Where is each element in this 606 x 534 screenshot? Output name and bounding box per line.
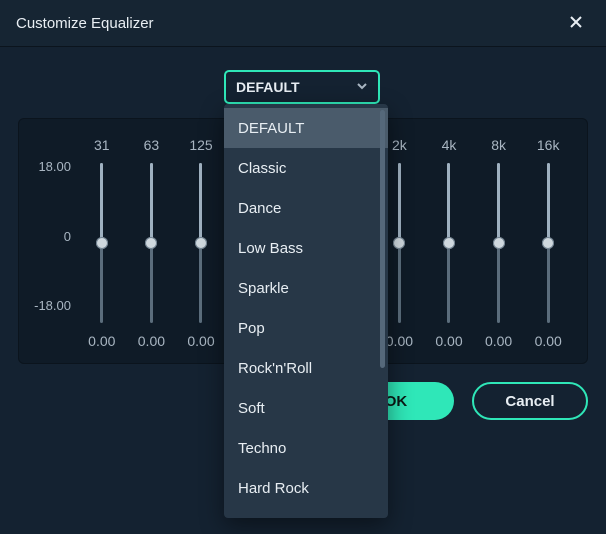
preset-option[interactable]: Techno — [224, 428, 388, 468]
eq-band-4k: 4k 0.00 — [424, 137, 474, 349]
band-slider[interactable] — [387, 163, 411, 323]
band-hz-label: 16k — [537, 137, 560, 157]
preset-option[interactable]: Rock'n'Roll — [224, 348, 388, 388]
band-slider[interactable] — [437, 163, 461, 323]
window-title: Customize Equalizer — [16, 15, 154, 32]
band-slider[interactable] — [139, 163, 163, 323]
band-slider[interactable] — [90, 163, 114, 323]
preset-option[interactable]: Classic — [224, 148, 388, 188]
band-slider[interactable] — [536, 163, 560, 323]
preset-option[interactable]: Pop — [224, 308, 388, 348]
slider-thumb[interactable] — [195, 237, 207, 249]
chevron-down-icon — [356, 79, 368, 95]
band-slider[interactable] — [487, 163, 511, 323]
band-value: 0.00 — [88, 333, 115, 349]
band-value: 0.00 — [386, 333, 413, 349]
band-slider[interactable] — [189, 163, 213, 323]
band-hz-label: 63 — [144, 137, 160, 157]
band-hz-label: 125 — [189, 137, 212, 157]
preset-selected-label: DEFAULT — [236, 79, 300, 95]
preset-select[interactable]: DEFAULT — [224, 70, 380, 104]
band-value: 0.00 — [435, 333, 462, 349]
band-hz-label: 31 — [94, 137, 110, 157]
slider-thumb[interactable] — [493, 237, 505, 249]
band-value: 0.00 — [187, 333, 214, 349]
preset-dropdown[interactable]: DEFAULTClassicDanceLow BassSparklePopRoc… — [224, 104, 388, 518]
slider-thumb[interactable] — [542, 237, 554, 249]
preset-option[interactable]: DEFAULT — [224, 108, 388, 148]
y-axis-min: -18.00 — [34, 298, 71, 313]
y-axis-max: 18.00 — [38, 159, 71, 174]
eq-band-125: 125 0.00 — [176, 137, 226, 349]
preset-option[interactable]: Soft — [224, 388, 388, 428]
slider-thumb[interactable] — [393, 237, 405, 249]
close-button[interactable] — [562, 9, 590, 37]
preset-option[interactable]: Hard Rock — [224, 468, 388, 508]
band-hz-label: 8k — [491, 137, 506, 157]
close-icon — [568, 14, 584, 33]
preset-option[interactable]: Low Bass — [224, 228, 388, 268]
band-value: 0.00 — [485, 333, 512, 349]
eq-band-63: 630.00 — [127, 137, 177, 349]
dropdown-scrollbar[interactable] — [380, 110, 385, 368]
y-axis-labels: 18.00 0 -18.00 — [33, 137, 77, 343]
preset-option[interactable]: Sparkle — [224, 268, 388, 308]
eq-band-8k: 8k 0.00 — [474, 137, 524, 349]
eq-band-16k: 16k 0.00 — [523, 137, 573, 349]
cancel-button[interactable]: Cancel — [472, 382, 588, 420]
band-value: 0.00 — [138, 333, 165, 349]
slider-thumb[interactable] — [443, 237, 455, 249]
y-axis-mid: 0 — [64, 229, 71, 244]
slider-thumb[interactable] — [96, 237, 108, 249]
eq-band-31: 310.00 — [77, 137, 127, 349]
band-value: 0.00 — [535, 333, 562, 349]
band-hz-label: 2k — [392, 137, 407, 157]
equalizer-window: Customize Equalizer DEFAULT 18.00 0 -18.… — [0, 0, 606, 534]
titlebar: Customize Equalizer — [0, 0, 606, 47]
slider-thumb[interactable] — [145, 237, 157, 249]
band-hz-label: 4k — [442, 137, 457, 157]
preset-option[interactable]: Dance — [224, 188, 388, 228]
